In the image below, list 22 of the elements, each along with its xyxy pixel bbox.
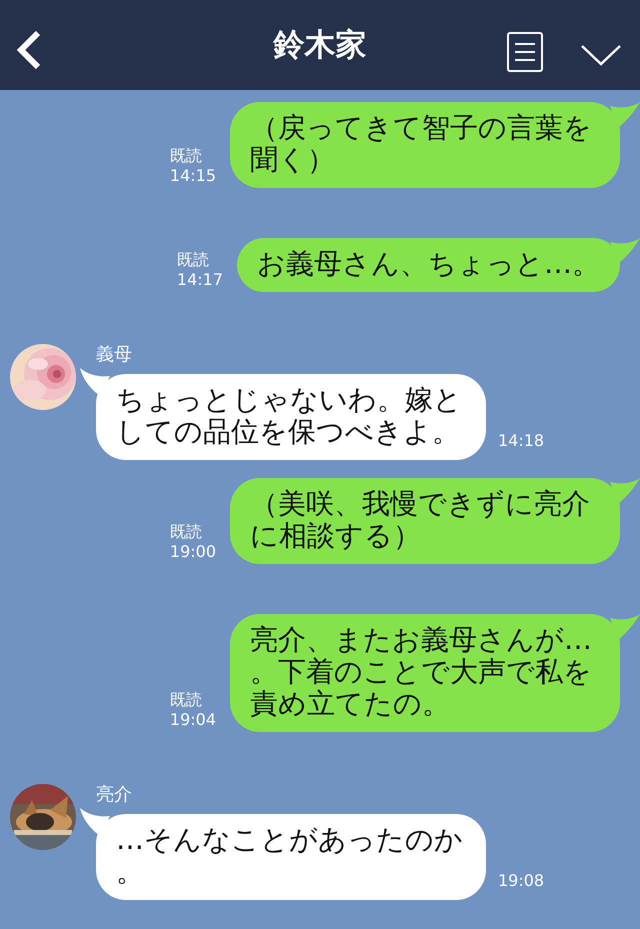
chat-title: 鈴木家 <box>274 26 366 65</box>
message-time: 19:00 <box>170 542 216 562</box>
message-time: 14:17 <box>176 270 223 290</box>
read-receipt: 既読 <box>170 146 203 166</box>
message-time: 19:08 <box>498 871 544 890</box>
bubble-tail <box>610 614 640 640</box>
menu-icon[interactable] <box>507 32 543 72</box>
sender-name: 義母 <box>96 343 133 366</box>
bubble-tail <box>610 238 640 264</box>
read-receipt: 既読 <box>176 250 210 270</box>
bubble-tail <box>80 368 110 396</box>
chevron-down-icon[interactable] <box>580 44 622 66</box>
sender-name: 亮介 <box>96 783 133 806</box>
bubble-tail <box>80 808 110 836</box>
read-receipt: 既読 <box>170 522 203 542</box>
message-time: 14:18 <box>498 431 544 450</box>
read-receipt: 既読 <box>170 690 203 710</box>
back-icon[interactable] <box>16 30 42 70</box>
bubble-tail <box>610 102 640 128</box>
message-time: 14:15 <box>170 166 216 186</box>
bubble-tail <box>610 478 640 504</box>
message-time: 19:04 <box>170 710 216 730</box>
